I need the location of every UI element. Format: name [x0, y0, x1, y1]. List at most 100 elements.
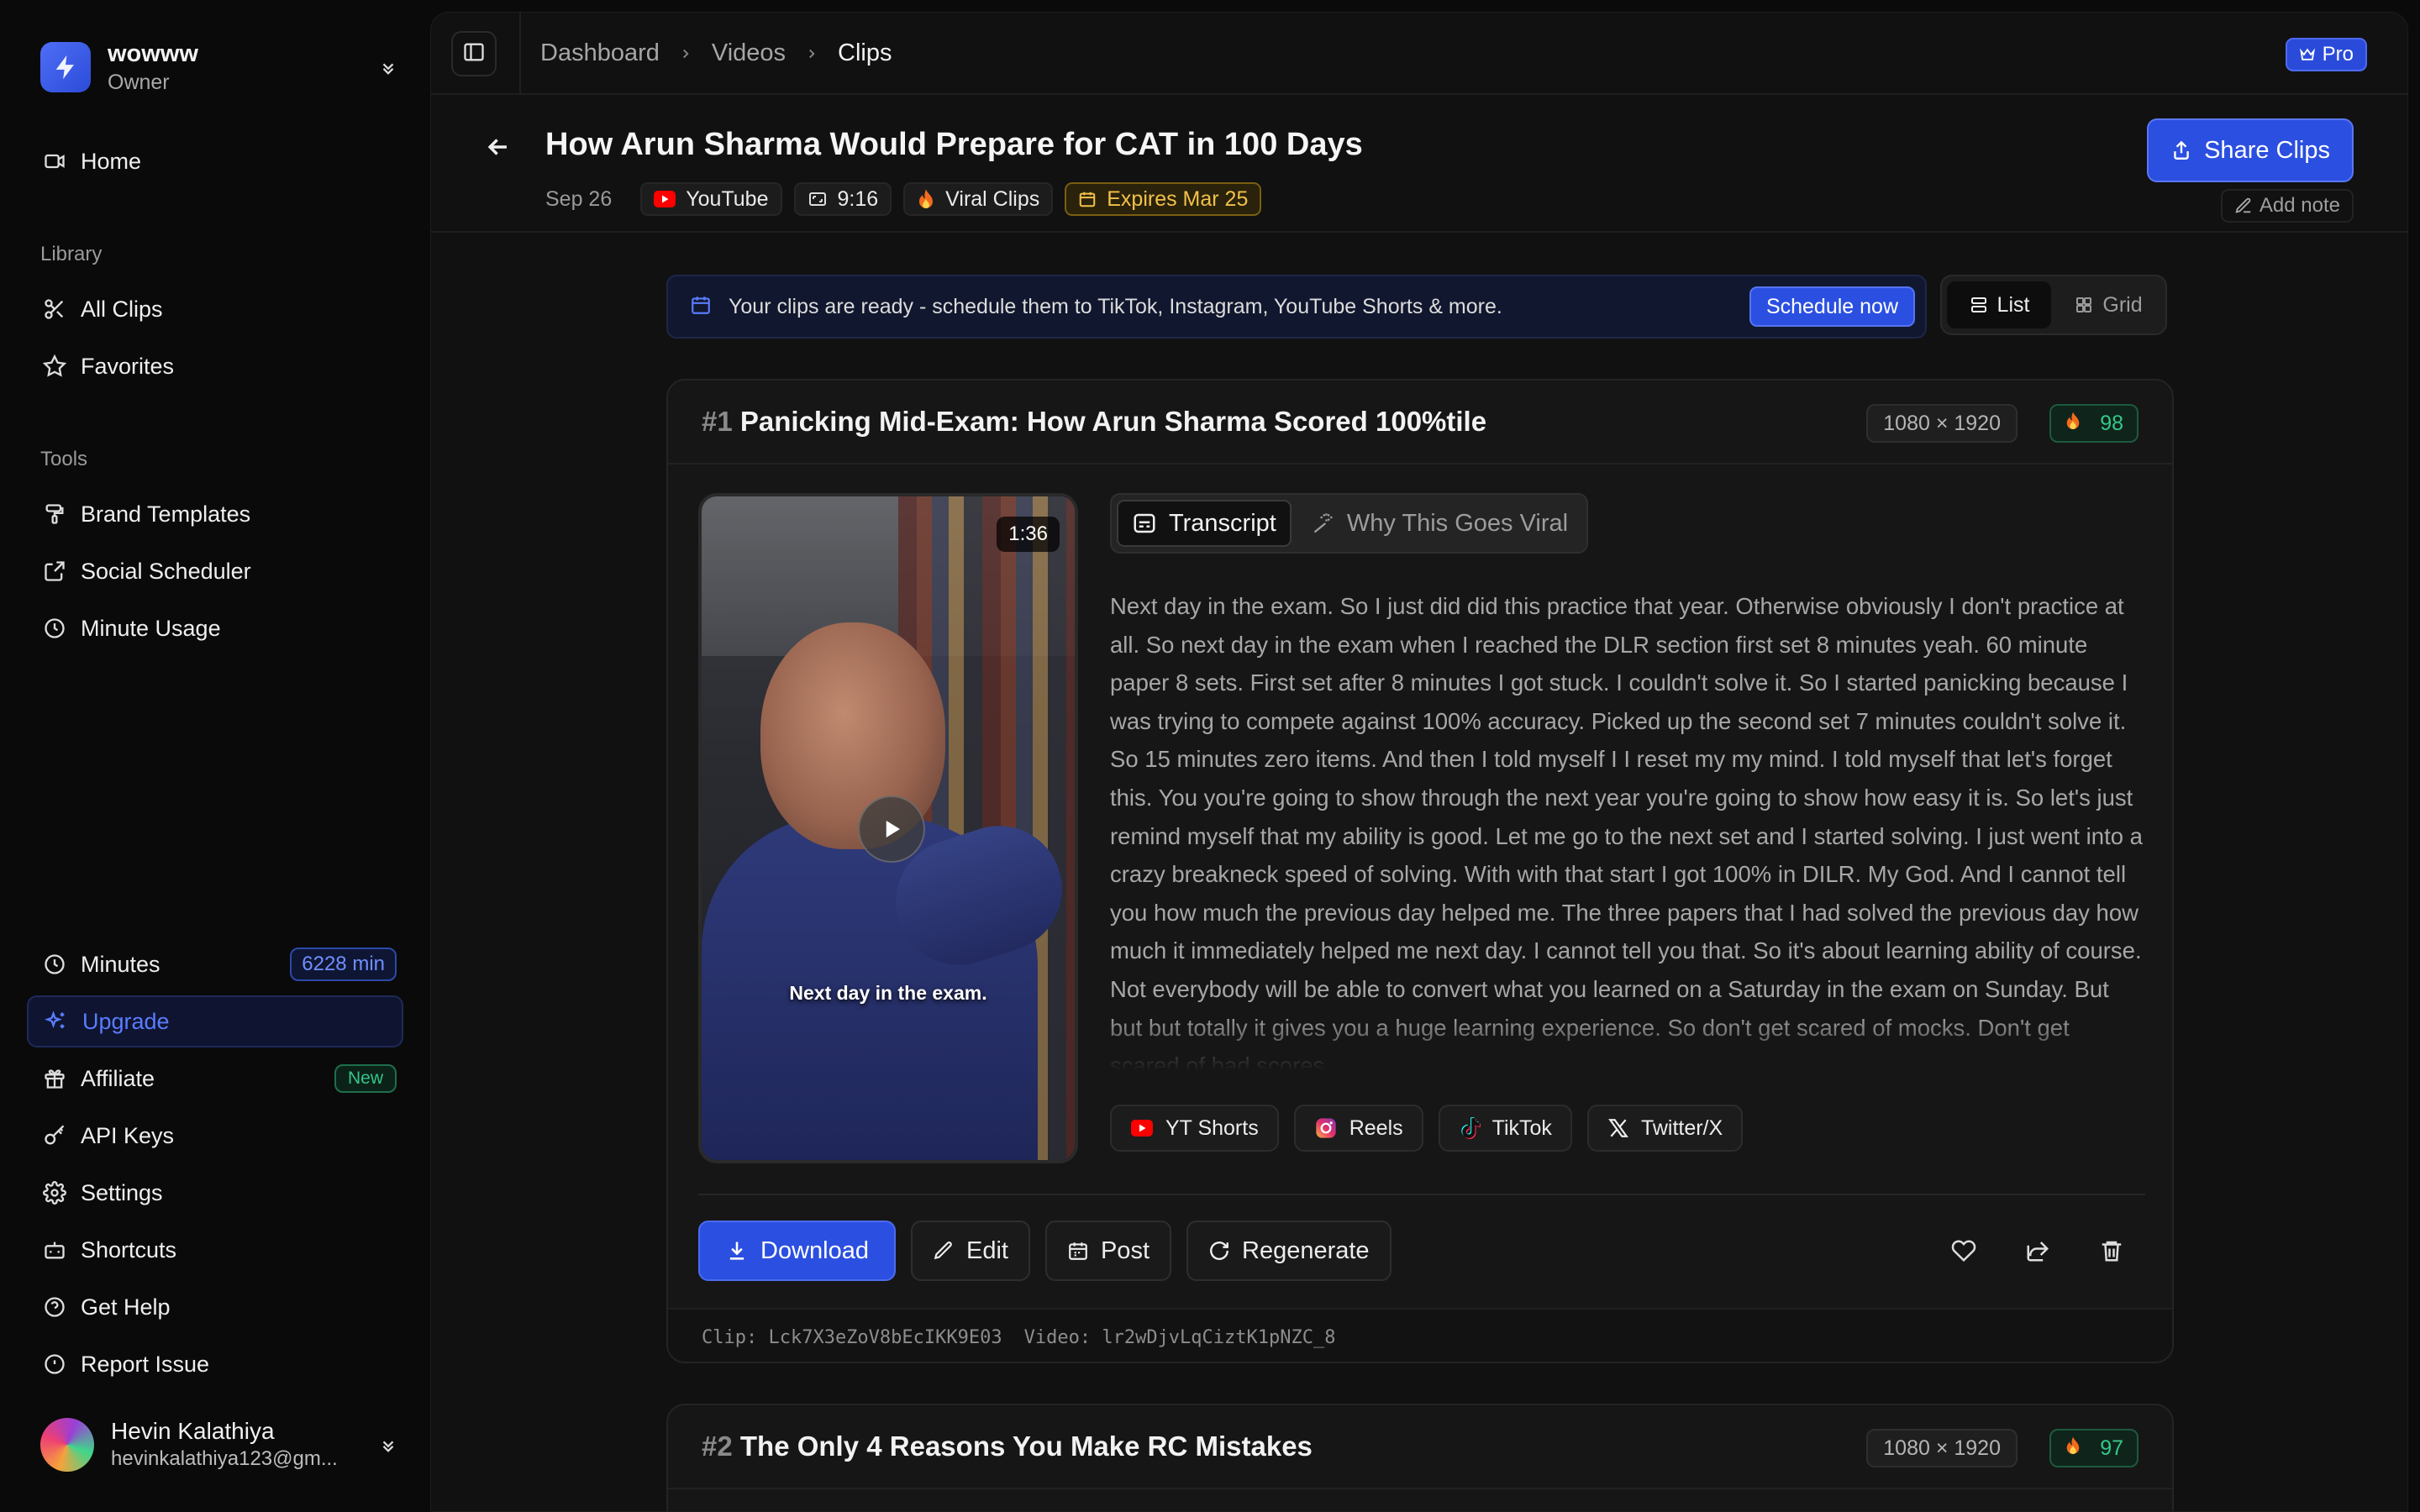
- schedule-banner: Your clips are ready - schedule them to …: [666, 275, 1927, 339]
- expires-chip: Expires Mar 25: [1065, 182, 1262, 216]
- main-panel: Dashboard Videos Clips Pro How Arun Shar…: [430, 12, 2408, 1512]
- clip-number: #2: [702, 1431, 733, 1462]
- platform-twitter-x[interactable]: Twitter/X: [1586, 1105, 1744, 1152]
- sidebar-item-social-scheduler[interactable]: Social Scheduler: [27, 545, 403, 597]
- trash-icon[interactable]: [2095, 1234, 2128, 1268]
- regenerate-button[interactable]: Regenerate: [1186, 1221, 1392, 1281]
- pro-badge[interactable]: Pro: [2285, 38, 2367, 71]
- star-icon: [40, 352, 69, 381]
- clip-title: #1 Panicking Mid-Exam: How Arun Sharma S…: [702, 406, 1486, 438]
- help-circle-icon: [40, 1293, 69, 1321]
- heart-icon[interactable]: [1947, 1234, 1981, 1268]
- schedule-now-button[interactable]: Schedule now: [1749, 286, 1915, 327]
- view-grid-label: Grid: [2102, 292, 2143, 317]
- chevron-right-icon: [804, 46, 819, 61]
- share-icon[interactable]: [2021, 1234, 2054, 1268]
- play-button[interactable]: [858, 795, 925, 863]
- sidebar-item-upgrade[interactable]: Upgrade: [27, 995, 403, 1047]
- download-button[interactable]: Download: [698, 1221, 896, 1281]
- clip-card-header: #2 The Only 4 Reasons You Make RC Mistak…: [668, 1405, 2172, 1489]
- tiktok-icon: [1459, 1116, 1481, 1140]
- sidebar-item-label: API Keys: [81, 1122, 175, 1148]
- share-icon: [2174, 140, 2189, 160]
- edit-button[interactable]: Edit: [910, 1221, 1030, 1281]
- platform-yt-shorts[interactable]: YT Shorts: [1110, 1105, 1279, 1152]
- sidebar-item-home[interactable]: Home: [27, 135, 403, 187]
- clip-title: #2 The Only 4 Reasons You Make RC Mistak…: [702, 1431, 1313, 1462]
- sparkles-icon: [42, 1007, 71, 1036]
- platform-tiktok[interactable]: TikTok: [1438, 1105, 1572, 1152]
- video-caption: Next day in the exam.: [789, 982, 987, 1004]
- x-logo-icon: [1607, 1117, 1629, 1139]
- sidebar-item-label: Settings: [81, 1179, 163, 1205]
- edit-label: Edit: [965, 1236, 1008, 1264]
- fire-icon: [917, 188, 935, 210]
- sidebar-item-favorites[interactable]: Favorites: [27, 340, 403, 392]
- clip-card: #2 The Only 4 Reasons You Make RC Mistak…: [666, 1404, 2174, 1511]
- sidebar-item-shortcuts[interactable]: Shortcuts: [27, 1224, 403, 1276]
- breadcrumb-videos[interactable]: Videos: [712, 39, 786, 67]
- minutes-badge: 6228 min: [290, 948, 397, 981]
- crown-icon: [2299, 48, 2315, 60]
- play-icon: [886, 821, 900, 837]
- view-grid-button[interactable]: Grid: [2056, 281, 2160, 328]
- share-clips-button[interactable]: Share Clips: [2147, 118, 2354, 182]
- viral-score: 98: [2100, 411, 2123, 435]
- user-menu[interactable]: Hevin Kalathiya hevinkalathiya123@gm...: [40, 1416, 402, 1473]
- clip-video-player[interactable]: 1:36 Next day in the exam.: [698, 493, 1078, 1163]
- post-label: Post: [1100, 1236, 1150, 1264]
- clip-icon-actions: [1947, 1234, 2128, 1268]
- download-label: Download: [760, 1236, 869, 1264]
- aspect-label: 9:16: [837, 186, 879, 211]
- view-toggle: List Grid: [1940, 275, 2167, 335]
- resolution-badge: 1080 × 1920: [1866, 404, 2018, 443]
- aspect-ratio-icon: [808, 189, 828, 209]
- clip-duration: 1:36: [997, 517, 1060, 552]
- platform-reels[interactable]: Reels: [1293, 1105, 1423, 1152]
- captions-icon: [1134, 513, 1155, 533]
- calendar-icon: [1078, 190, 1097, 208]
- divider: [698, 1194, 2145, 1195]
- source-chip: YouTube: [640, 182, 782, 216]
- sidebar-item-minute-usage[interactable]: Minute Usage: [27, 602, 403, 654]
- tab-why-viral[interactable]: Why This Goes Viral: [1298, 500, 1581, 547]
- sidebar-item-all-clips[interactable]: All Clips: [27, 283, 403, 335]
- clock-icon: [40, 950, 69, 979]
- panel-left-icon: [462, 40, 486, 68]
- sidebar-item-affiliate[interactable]: Affiliate New: [27, 1053, 403, 1105]
- post-button[interactable]: Post: [1044, 1221, 1171, 1281]
- tab-transcript[interactable]: Transcript: [1117, 500, 1292, 547]
- toggle-sidebar-button[interactable]: [451, 31, 497, 76]
- sidebar-item-report-issue[interactable]: Report Issue: [27, 1338, 403, 1390]
- breadcrumb-dashboard[interactable]: Dashboard: [540, 39, 660, 67]
- sidebar-item-api-keys[interactable]: API Keys: [27, 1110, 403, 1162]
- gift-icon: [40, 1064, 69, 1093]
- sidebar-item-settings[interactable]: Settings: [27, 1167, 403, 1219]
- chevrons-up-down-icon[interactable]: [375, 1431, 402, 1458]
- sidebar-item-label: Get Help: [81, 1294, 171, 1320]
- youtube-icon: [1130, 1120, 1154, 1137]
- clip-actions: Download Edit Post Regenerate: [698, 1221, 1392, 1281]
- workspace-switcher[interactable]: wowww Owner: [40, 37, 402, 97]
- video-header: How Arun Sharma Would Prepare for CAT in…: [431, 95, 2407, 233]
- platform-label: Twitter/X: [1640, 1116, 1723, 1140]
- chevrons-up-down-icon[interactable]: [375, 54, 402, 81]
- sidebar-item-brand-templates[interactable]: Brand Templates: [27, 488, 403, 540]
- clip-ids: Clip: Lck7X3eZoV8bEcIKK9E03 Video: lr2wD…: [668, 1308, 2172, 1362]
- add-note-button[interactable]: Add note: [2220, 189, 2354, 223]
- category-label: Viral Clips: [945, 186, 1040, 211]
- topbar: Dashboard Videos Clips Pro: [431, 13, 2407, 95]
- pro-label: Pro: [2322, 43, 2354, 66]
- sidebar-item-get-help[interactable]: Get Help: [27, 1281, 403, 1333]
- sidebar-item-minutes[interactable]: Minutes 6228 min: [27, 938, 403, 990]
- workspace-role: Owner: [108, 71, 170, 94]
- platform-label: TikTok: [1491, 1116, 1552, 1140]
- transcript-text: Next day in the exam. So I just did did …: [1110, 593, 2143, 1071]
- download-icon: [729, 1242, 744, 1260]
- sidebar-item-label: Social Scheduler: [81, 558, 251, 584]
- youtube-icon: [654, 191, 676, 207]
- view-list-button[interactable]: List: [1947, 281, 2051, 328]
- new-badge: New: [334, 1064, 397, 1093]
- calendar-icon: [690, 294, 712, 320]
- back-button[interactable]: [481, 130, 515, 164]
